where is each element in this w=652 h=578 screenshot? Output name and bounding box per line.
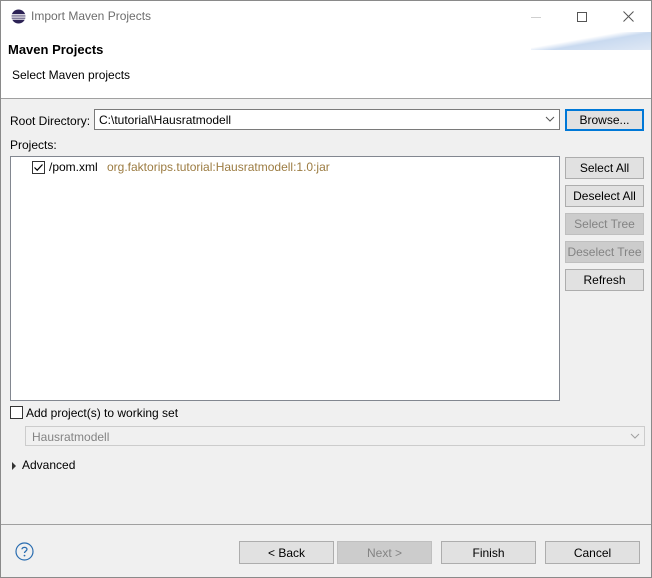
window-title: Import Maven Projects [31, 9, 152, 23]
list-item[interactable]: /pom.xml org.faktorips.tutorial:Hausratm… [11, 159, 559, 177]
browse-button[interactable]: Browse... [565, 109, 644, 131]
root-directory-label: Root Directory: [10, 114, 91, 128]
page-description: Select Maven projects [12, 68, 131, 82]
advanced-section-toggle[interactable]: Advanced [22, 458, 75, 472]
cancel-button[interactable]: Cancel [545, 541, 640, 564]
chevron-right-icon[interactable] [11, 462, 17, 470]
chevron-down-icon[interactable] [630, 430, 640, 442]
project-name: /pom.xml [49, 160, 98, 174]
eclipse-icon [11, 9, 26, 24]
minimize-button[interactable] [513, 1, 559, 32]
minimize-icon [531, 16, 541, 18]
next-button[interactable]: Next > [337, 541, 432, 564]
refresh-button[interactable]: Refresh [565, 269, 644, 291]
finish-button[interactable]: Finish [441, 541, 536, 564]
projects-tree[interactable]: /pom.xml org.faktorips.tutorial:Hausratm… [10, 156, 560, 401]
checkmark-icon [34, 164, 43, 172]
working-set-combo[interactable]: Hausratmodell [25, 426, 645, 446]
footer-separator [1, 524, 651, 525]
help-icon[interactable] [15, 542, 34, 561]
working-set-value: Hausratmodell [32, 430, 110, 444]
deselect-tree-button[interactable]: Deselect Tree [565, 241, 644, 263]
working-set-label[interactable]: Add project(s) to working set [26, 406, 178, 420]
select-all-button[interactable]: Select All [565, 157, 644, 179]
working-set-checkbox[interactable] [10, 406, 23, 419]
wizard-header: Maven Projects Select Maven projects [1, 32, 651, 99]
page-title: Maven Projects [8, 42, 104, 57]
import-maven-projects-dialog: Import Maven Projects Maven Projects Sel… [0, 0, 652, 578]
close-icon [622, 11, 634, 22]
maximize-icon [577, 11, 587, 22]
close-button[interactable] [605, 1, 651, 32]
root-directory-value: C:\tutorial\Hausratmodell [99, 113, 232, 127]
deselect-all-button[interactable]: Deselect All [565, 185, 644, 207]
project-checkbox[interactable] [32, 161, 45, 174]
root-directory-combo[interactable]: C:\tutorial\Hausratmodell [94, 109, 560, 130]
header-banner [531, 32, 651, 50]
maximize-button[interactable] [559, 1, 605, 32]
project-coordinates: org.faktorips.tutorial:Hausratmodell:1.0… [107, 160, 330, 174]
title-bar[interactable]: Import Maven Projects [1, 1, 651, 32]
back-button[interactable]: < Back [239, 541, 334, 564]
chevron-down-icon[interactable] [545, 113, 555, 125]
projects-label: Projects: [10, 138, 57, 152]
select-tree-button[interactable]: Select Tree [565, 213, 644, 235]
